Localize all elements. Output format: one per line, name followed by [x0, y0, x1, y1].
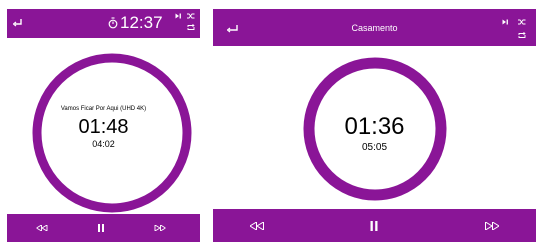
status-bar: [213, 0, 536, 9]
elapsed-time: 01:36: [344, 113, 405, 140]
total-time: 04:02: [92, 139, 115, 149]
top-bar: Casamento: [213, 9, 536, 46]
skip-next-icon[interactable]: [502, 19, 509, 25]
timer-icon[interactable]: [108, 17, 118, 29]
playlist-title: Casamento: [351, 23, 398, 33]
top-bar: 12:37: [7, 9, 200, 38]
clock-time: 12:37: [120, 13, 163, 32]
fast-forward-icon[interactable]: [154, 225, 166, 231]
rewind-icon[interactable]: [250, 221, 264, 230]
rewind-icon[interactable]: [36, 225, 48, 231]
shuffle-icon[interactable]: [518, 19, 526, 25]
controls-bar: [7, 214, 200, 242]
pause-icon[interactable]: [370, 220, 378, 231]
total-time: 05:05: [361, 142, 388, 153]
repeat-icon[interactable]: [187, 24, 195, 31]
back-arrow-icon[interactable]: [13, 19, 22, 27]
fast-forward-icon[interactable]: [485, 221, 499, 230]
pause-icon[interactable]: [98, 224, 105, 232]
elapsed-time: 01:48: [78, 116, 129, 138]
controls-bar: [213, 209, 536, 242]
skip-next-icon[interactable]: [175, 13, 182, 19]
left-player-screen: 12:37 Vamos Ficar Por Aqui (UHD 4K) 01:4…: [7, 0, 200, 242]
right-player-screen: Casamento 01:36 05:05: [213, 0, 536, 242]
repeat-icon[interactable]: [518, 32, 526, 39]
track-title: Vamos Ficar Por Aqui (UHD 4K): [60, 106, 147, 112]
shuffle-icon[interactable]: [187, 13, 195, 19]
status-bar: [7, 0, 200, 9]
